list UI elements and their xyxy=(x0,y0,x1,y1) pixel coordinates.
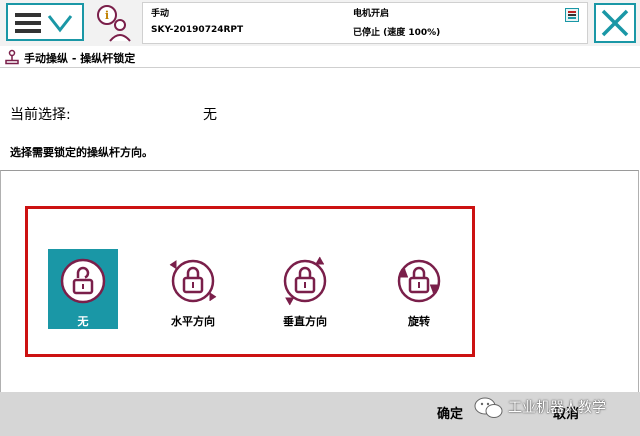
unlock-icon xyxy=(60,258,106,304)
close-button[interactable] xyxy=(594,3,636,43)
mode-text: 手动 xyxy=(151,9,170,19)
run-status: 已停止 (速度 100%) xyxy=(353,28,441,38)
menu-icon xyxy=(15,13,73,33)
current-selection-label: 当前选择: xyxy=(10,107,71,123)
system-name: SKY-20190724RPT xyxy=(151,25,244,35)
lock-horizontal-icon xyxy=(169,259,217,303)
joystick-icon xyxy=(5,49,19,65)
option-vertical-label: 垂直方向 xyxy=(283,315,327,328)
option-none[interactable]: 无 xyxy=(48,249,118,329)
info-person-icon[interactable]: i xyxy=(95,3,135,43)
lock-rotate-icon xyxy=(397,259,441,303)
svg-text:i: i xyxy=(105,9,109,22)
watermark-text: 工业机器人教学 xyxy=(508,400,606,416)
main-menu-button[interactable] xyxy=(6,3,84,41)
instruction-text: 选择需要锁定的操纵杆方向。 xyxy=(10,146,153,159)
option-rotate[interactable]: 旋转 xyxy=(384,249,454,329)
status-bar: i 手动 SKY-20190724RPT 电机开启 已停止 (速度 100%) xyxy=(0,0,640,46)
option-none-label: 无 xyxy=(77,315,89,328)
close-icon xyxy=(601,9,629,37)
option-horizontal[interactable]: 水平方向 xyxy=(158,249,228,329)
option-rotate-label: 旋转 xyxy=(408,315,430,328)
status-panel[interactable]: 手动 SKY-20190724RPT 电机开启 已停止 (速度 100%) xyxy=(142,2,588,44)
option-horizontal-label: 水平方向 xyxy=(171,315,215,328)
lock-vertical-icon xyxy=(283,256,327,306)
page-title: 手动操纵 - 操纵杆锁定 xyxy=(24,52,136,65)
event-flag-icon xyxy=(565,8,579,22)
current-selection-value: 无 xyxy=(203,107,217,123)
option-vertical[interactable]: 垂直方向 xyxy=(270,249,340,329)
page-title-bar: 手动操纵 - 操纵杆锁定 xyxy=(0,46,640,68)
wechat-icon xyxy=(474,397,503,418)
motor-status: 电机开启 xyxy=(353,9,390,19)
